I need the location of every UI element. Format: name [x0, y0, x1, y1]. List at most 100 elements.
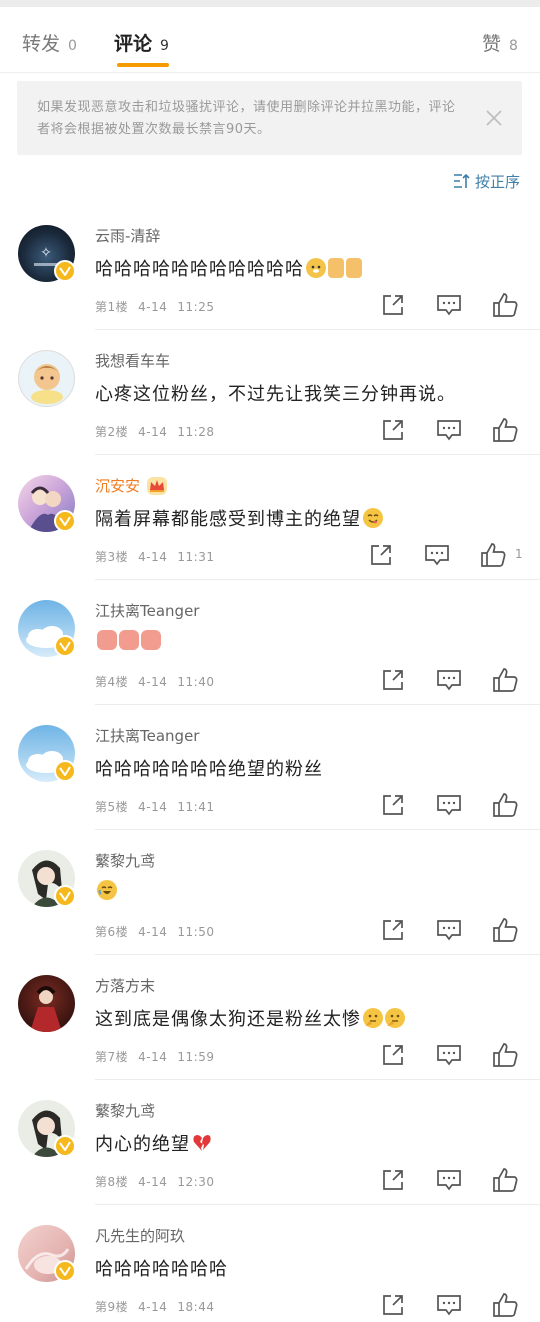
floor-number: 第2楼	[95, 425, 129, 439]
share-icon[interactable]	[378, 1290, 408, 1320]
avatar[interactable]	[18, 350, 75, 407]
username[interactable]: 蘩黎九鸢	[95, 1100, 155, 1121]
comment-item: 蘩黎九鸢 内心的绝望 第8楼 4-14 12:30	[0, 1080, 540, 1205]
comment-item: 沉安安 隔着屏幕都能感受到博主的绝望 第3楼 4-14 11:31 1	[0, 455, 540, 580]
comment-text-content: 哈哈哈哈哈哈哈哈哈哈哈	[95, 259, 304, 280]
like-icon[interactable]	[490, 790, 520, 820]
comment-item: 我想看车车 心疼这位粉丝，不过先让我笑三分钟再说。 第2楼 4-14 11:28	[0, 330, 540, 455]
tab-repost[interactable]: 转发 0	[22, 29, 77, 56]
tab-repost-label: 转发	[22, 33, 61, 55]
reply-icon[interactable]	[434, 1040, 464, 1070]
comment-date: 4-14	[138, 300, 168, 314]
like-icon[interactable]	[490, 290, 520, 320]
tab-like-count: 8	[509, 38, 518, 54]
username[interactable]: 江扶离Teanger	[95, 600, 199, 621]
floor-number: 第6楼	[95, 925, 129, 939]
share-icon[interactable]	[378, 665, 408, 695]
floor-number: 第4楼	[95, 675, 129, 689]
username-text: 我想看车车	[95, 352, 171, 370]
reply-icon[interactable]	[434, 415, 464, 445]
comment-text-content: 内心的绝望	[95, 1134, 190, 1155]
floor-number: 第1楼	[95, 300, 129, 314]
reply-icon[interactable]	[434, 1165, 464, 1195]
comment-item: 江扶离Teanger 哈哈哈哈哈哈哈绝望的粉丝 第5楼 4-14 11:41	[0, 705, 540, 830]
tab-comment-count: 9	[160, 38, 169, 54]
username[interactable]: 江扶离Teanger	[95, 725, 199, 746]
like-count: 1	[515, 547, 523, 561]
reply-icon[interactable]	[434, 915, 464, 945]
username-text: 蘩黎九鸢	[95, 852, 156, 870]
comment-time: 11:50	[177, 925, 215, 939]
sort-order-button[interactable]: 按正序	[453, 170, 520, 192]
comment-meta: 第2楼 4-14 11:28	[95, 423, 214, 440]
laughing-pig-emoji-icon	[97, 630, 117, 650]
share-icon[interactable]	[378, 290, 408, 320]
tab-like[interactable]: 赞8	[482, 29, 518, 56]
comment-time: 11:41	[177, 800, 215, 814]
doge-emoji-icon	[306, 258, 326, 278]
share-icon[interactable]	[366, 540, 396, 570]
comment-text-content: 哈哈哈哈哈哈哈绝望的粉丝	[95, 759, 323, 780]
comment-item: 凡先生的阿玖 哈哈哈哈哈哈哈 第9楼 4-14 18:44	[0, 1205, 540, 1322]
share-icon[interactable]	[378, 790, 408, 820]
reply-icon[interactable]	[422, 540, 452, 570]
comment-meta: 第9楼 4-14 18:44	[95, 1298, 214, 1315]
username[interactable]: 沉安安	[95, 475, 168, 496]
floor-number: 第7楼	[95, 1050, 129, 1064]
comment-text: 心疼这位粉丝，不过先让我笑三分钟再说。	[95, 380, 456, 406]
username-text: 方落方末	[95, 977, 156, 995]
sort-icon	[453, 173, 470, 188]
share-icon[interactable]	[378, 415, 408, 445]
comment-meta: 第6楼 4-14 11:50	[95, 923, 214, 940]
comment-text-content: 隔着屏幕都能感受到博主的绝望	[95, 509, 361, 530]
floor-number: 第3楼	[95, 550, 129, 564]
comment-date: 4-14	[138, 675, 168, 689]
comment-text-content: 这到底是偶像太狗还是粉丝太惨	[95, 1009, 361, 1030]
close-icon[interactable]	[480, 104, 508, 132]
comment-time: 11:59	[177, 1050, 215, 1064]
username[interactable]: 我想看车车	[95, 350, 170, 371]
tab-comment[interactable]: 评论 9	[114, 29, 169, 56]
verified-badge-icon	[54, 885, 76, 907]
like-icon[interactable]	[478, 540, 508, 570]
vip-crown-icon	[147, 476, 168, 495]
verified-badge-icon	[54, 260, 76, 282]
verified-badge-icon	[54, 760, 76, 782]
reply-icon[interactable]	[434, 290, 464, 320]
comment-date: 4-14	[138, 800, 168, 814]
username[interactable]: 蘩黎九鸢	[95, 850, 155, 871]
svg-text:✧: ✧	[40, 245, 52, 261]
like-icon[interactable]	[490, 1290, 520, 1320]
like-icon[interactable]	[490, 415, 520, 445]
thinking-emoji-icon	[385, 1008, 405, 1028]
like-icon[interactable]	[490, 1040, 520, 1070]
share-icon[interactable]	[378, 1040, 408, 1070]
floor-number: 第8楼	[95, 1175, 129, 1189]
comment-date: 4-14	[138, 1050, 168, 1064]
like-icon[interactable]	[490, 1165, 520, 1195]
like-icon[interactable]	[490, 665, 520, 695]
comment-time: 11:28	[177, 425, 215, 439]
reply-icon[interactable]	[434, 790, 464, 820]
notice-text: 如果发现恶意攻击和垃圾骚扰评论，请使用删除评论并拉黑功能，评论者将会根据被处置次…	[37, 100, 456, 137]
comment-date: 4-14	[138, 425, 168, 439]
share-icon[interactable]	[378, 1165, 408, 1195]
username[interactable]: 云雨-清辞	[95, 225, 160, 246]
reply-icon[interactable]	[434, 1290, 464, 1320]
floor-number: 第5楼	[95, 800, 129, 814]
username-text: 沉安安	[95, 477, 141, 495]
share-icon[interactable]	[378, 915, 408, 945]
username[interactable]: 凡先生的阿玖	[95, 1225, 185, 1246]
floor-number: 第9楼	[95, 1300, 129, 1314]
comment-time: 12:30	[177, 1175, 215, 1189]
avatar[interactable]	[18, 975, 75, 1032]
username-text: 江扶离Teanger	[95, 727, 200, 745]
reply-icon[interactable]	[434, 665, 464, 695]
username[interactable]: 方落方末	[95, 975, 155, 996]
laughing-pig-emoji-icon	[141, 630, 161, 650]
comment-text-content: 心疼这位粉丝，不过先让我笑三分钟再说。	[95, 384, 456, 405]
comment-item: 江扶离Teanger 第4楼 4-14 11:40	[0, 580, 540, 705]
like-icon[interactable]	[490, 915, 520, 945]
tab-comment-label: 评论	[114, 33, 153, 55]
comment-meta: 第4楼 4-14 11:40	[95, 673, 214, 690]
